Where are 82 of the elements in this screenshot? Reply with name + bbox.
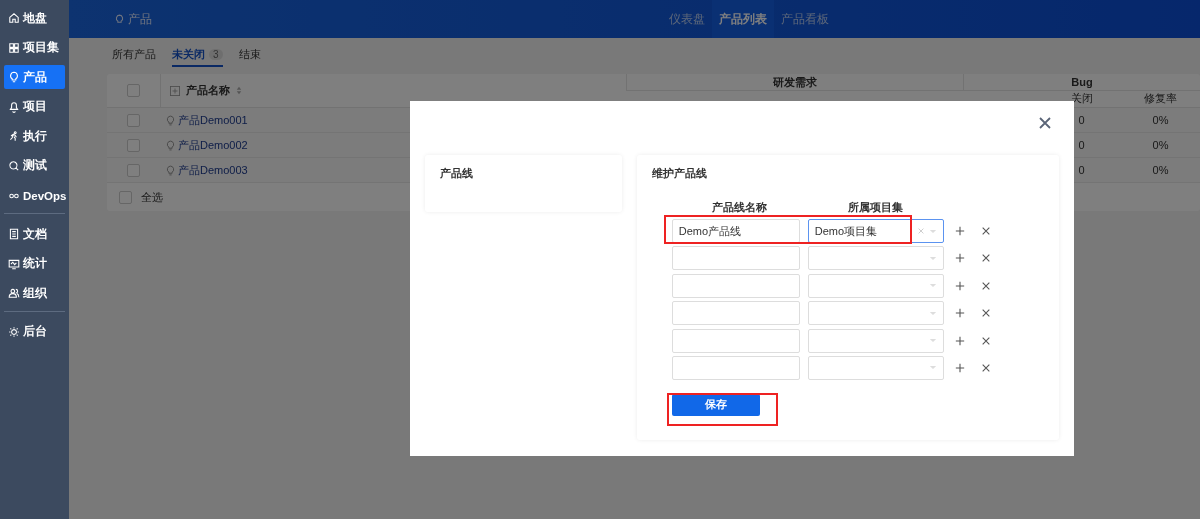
close-icon[interactable] — [980, 253, 991, 264]
close-button[interactable] — [1038, 116, 1052, 130]
product-link[interactable]: 产品Demo001 — [178, 112, 248, 128]
sidebar-item[interactable]: 统计 — [4, 251, 65, 276]
select-field[interactable] — [807, 246, 944, 271]
column-header[interactable]: 产品名称 — [186, 83, 230, 98]
add-icon[interactable] — [954, 362, 965, 373]
grid-icon — [8, 41, 20, 54]
sidebar-item[interactable]: 执行 — [4, 124, 65, 149]
select-field[interactable] — [807, 328, 944, 353]
expand-icon[interactable] — [170, 85, 180, 96]
breadcrumb[interactable]: 产品 — [114, 11, 152, 27]
caret-icon — [928, 365, 937, 371]
lightbulb-icon — [165, 164, 176, 176]
checkbox[interactable] — [127, 113, 140, 127]
lightbulb-icon — [114, 13, 125, 25]
select-field[interactable] — [807, 355, 944, 380]
filter-tab[interactable]: 未关闭 3 — [172, 46, 223, 67]
column-group-header: 研发需求 — [626, 74, 963, 91]
count-badge: 3 — [209, 49, 223, 60]
sidebar-item[interactable]: 产品 — [4, 65, 65, 90]
sidebar-item[interactable]: 文档 — [4, 222, 65, 247]
bell-icon — [8, 100, 20, 113]
sidebar-item[interactable]: 组织 — [4, 281, 65, 306]
caret-icon — [928, 255, 937, 261]
caret-icon — [928, 338, 937, 344]
close-icon[interactable] — [980, 280, 991, 291]
sidebar-item[interactable]: 地盘 — [4, 6, 65, 30]
sidebar-item[interactable]: 后台 — [4, 319, 65, 344]
filter-tab[interactable]: 所有产品 — [112, 46, 156, 65]
close-icon[interactable] — [980, 335, 991, 346]
input-field[interactable] — [671, 246, 800, 271]
sidebar-item[interactable]: 项目 — [4, 94, 65, 119]
input-field[interactable] — [671, 355, 800, 380]
column-group-header: Bug — [963, 74, 1200, 91]
sidebar-item[interactable]: 测试 — [4, 153, 65, 178]
home-icon — [8, 12, 20, 24]
input-field[interactable]: Demo产品线 — [671, 219, 800, 243]
lightbulb-icon — [165, 114, 176, 126]
lightbulb-icon — [165, 139, 176, 151]
sidebar-item[interactable]: DevOps — [4, 183, 65, 208]
input-field[interactable] — [671, 301, 800, 326]
card-title: 维护产品线 — [651, 166, 708, 181]
checkbox[interactable] — [119, 190, 132, 204]
lightbulb-icon — [8, 71, 20, 84]
document-icon — [8, 228, 20, 241]
close-icon[interactable] — [980, 308, 991, 319]
product-link[interactable]: 产品Demo003 — [178, 162, 248, 178]
add-icon[interactable] — [954, 335, 965, 346]
close-icon[interactable] — [980, 226, 991, 236]
select-all-label[interactable]: 全选 — [141, 189, 163, 205]
input-field[interactable] — [671, 328, 800, 353]
settings-icon — [8, 325, 20, 338]
caret-icon — [928, 228, 937, 234]
clear-icon[interactable] — [916, 227, 925, 235]
card-title: 产品线 — [440, 166, 474, 181]
users-icon — [8, 287, 20, 300]
close-icon[interactable] — [980, 362, 991, 373]
column-header: 所属项目集 — [847, 200, 905, 215]
add-icon[interactable] — [954, 308, 965, 319]
add-icon[interactable] — [954, 226, 965, 236]
product-link[interactable]: 产品Demo002 — [178, 137, 248, 153]
checkbox[interactable] — [127, 138, 140, 152]
select-field[interactable] — [807, 301, 944, 326]
monitor-icon — [8, 257, 20, 270]
caret-icon — [928, 310, 937, 316]
checkbox[interactable] — [127, 84, 140, 97]
sidebar-item[interactable]: 项目集 — [4, 35, 65, 60]
column-header: 产品线名称 — [711, 200, 769, 215]
sort-icon[interactable] — [236, 86, 242, 95]
select-field[interactable] — [807, 273, 944, 298]
filter-tab[interactable]: 结束 — [238, 46, 261, 65]
search-icon — [8, 159, 20, 172]
select-field[interactable]: Demo项目集 — [807, 219, 944, 243]
input-field[interactable] — [671, 273, 800, 298]
save-button[interactable]: 保存 — [671, 393, 760, 416]
add-icon[interactable] — [954, 280, 965, 291]
checkbox[interactable] — [127, 163, 140, 177]
caret-icon — [928, 283, 937, 289]
add-icon[interactable] — [954, 253, 965, 264]
runner-icon — [8, 130, 20, 143]
nav-tab[interactable]: 产品列表 — [712, 0, 774, 38]
